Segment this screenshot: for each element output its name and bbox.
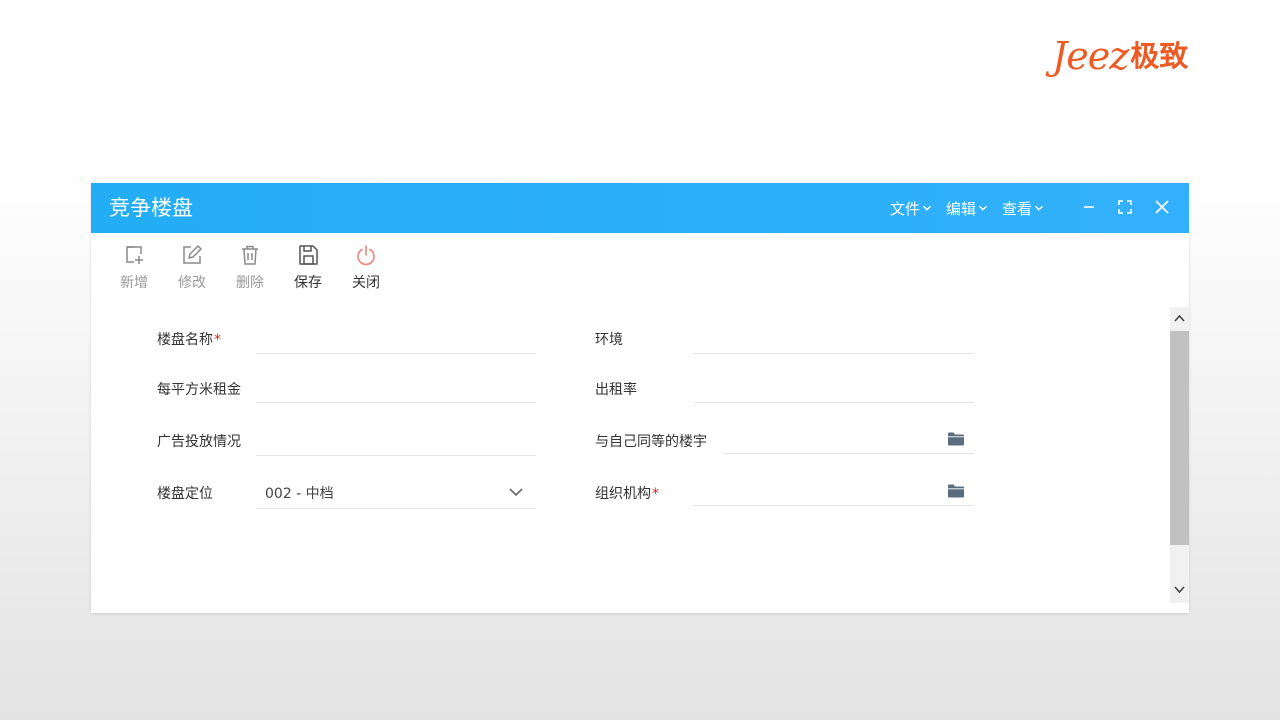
scrollbar-thumb[interactable] <box>1170 331 1189 545</box>
environment-input[interactable] <box>694 324 974 354</box>
comparable-buildings-label: 与自己同等的楼宇 <box>595 432 707 452</box>
add-icon <box>126 246 143 264</box>
folder-icon[interactable] <box>947 483 965 499</box>
menu-file-label: 文件 <box>890 199 921 218</box>
required-mark: * <box>214 332 221 348</box>
edit-icon <box>183 245 202 264</box>
menu-view[interactable]: 查看 <box>1002 198 1044 219</box>
competing-property-window: 竞争楼盘 文件 编辑 查看 新增 修改 删除 保存 关闭 楼盘名称* 环境 每平… <box>91 183 1189 613</box>
power-icon <box>357 245 375 266</box>
brand-logo-latin: Jeez <box>1052 34 1129 78</box>
ad-placement-input[interactable] <box>256 426 536 456</box>
edit-button-label: 修改 <box>178 275 206 291</box>
property-form: 楼盘名称* 环境 每平方米租金 出租率 广告投放情况 与自己同等的楼宇 楼盘定位… <box>91 313 1171 613</box>
organization-label-text: 组织机构 <box>595 486 651 502</box>
save-button[interactable]: 保存 <box>279 243 337 299</box>
menu-file[interactable]: 文件 <box>890 198 932 219</box>
chevron-down-icon <box>979 205 988 211</box>
brand-logo: Jeez 极致 <box>1052 30 1188 76</box>
chevron-down-icon <box>509 488 523 497</box>
brand-logo-cjk: 极致 <box>1130 39 1189 73</box>
menu-view-label: 查看 <box>1002 199 1033 218</box>
positioning-label-text: 楼盘定位 <box>157 486 213 502</box>
positioning-label: 楼盘定位 <box>157 484 213 504</box>
close-button-label: 关闭 <box>352 275 380 291</box>
close-button[interactable]: 关闭 <box>337 243 395 299</box>
delete-icon <box>242 245 258 265</box>
toolbar: 新增 修改 删除 保存 关闭 <box>105 243 395 303</box>
chevron-down-icon <box>923 205 932 211</box>
scroll-up-icon[interactable] <box>1170 307 1189 329</box>
environment-label-text: 环境 <box>595 332 623 348</box>
maximize-icon[interactable] <box>1114 196 1136 218</box>
chevron-down-icon <box>1035 205 1044 211</box>
minimize-icon[interactable] <box>1078 196 1100 218</box>
required-mark: * <box>652 486 659 502</box>
property-name-label: 楼盘名称* <box>157 330 221 350</box>
comparable-buildings-label-text: 与自己同等的楼宇 <box>595 434 707 450</box>
property-name-label-text: 楼盘名称 <box>157 332 213 348</box>
edit-button[interactable]: 修改 <box>163 243 221 299</box>
window-title: 竞争楼盘 <box>109 196 193 220</box>
save-icon <box>299 245 318 265</box>
property-name-input[interactable] <box>256 324 536 354</box>
add-button[interactable]: 新增 <box>105 243 163 299</box>
occupancy-rate-label: 出租率 <box>595 380 637 400</box>
positioning-select[interactable]: 002 - 中档 <box>256 479 536 509</box>
occupancy-rate-input[interactable] <box>694 373 974 403</box>
ad-placement-label-text: 广告投放情况 <box>157 434 241 450</box>
scroll-down-icon[interactable] <box>1170 579 1189 601</box>
ad-placement-label: 广告投放情况 <box>157 432 241 452</box>
vertical-scrollbar[interactable] <box>1170 307 1189 603</box>
environment-label: 环境 <box>595 330 623 350</box>
comparable-buildings-input[interactable] <box>724 424 974 454</box>
folder-icon[interactable] <box>947 431 965 447</box>
rent-per-sqm-label-text: 每平方米租金 <box>157 382 241 398</box>
title-bar: 竞争楼盘 文件 编辑 查看 <box>91 183 1189 233</box>
menu-edit-label: 编辑 <box>946 199 977 218</box>
organization-label: 组织机构* <box>595 484 659 504</box>
rent-per-sqm-input[interactable] <box>256 373 536 403</box>
rent-per-sqm-label: 每平方米租金 <box>157 380 241 400</box>
occupancy-rate-label-text: 出租率 <box>595 382 637 398</box>
menu-edit[interactable]: 编辑 <box>946 198 988 219</box>
save-button-label: 保存 <box>294 275 322 291</box>
menu-bar: 文件 编辑 查看 <box>890 197 1058 219</box>
organization-input[interactable] <box>694 476 974 506</box>
delete-button-label: 删除 <box>236 275 264 291</box>
delete-button[interactable]: 删除 <box>221 243 279 299</box>
close-icon[interactable] <box>1151 196 1173 218</box>
add-button-label: 新增 <box>120 275 148 291</box>
positioning-select-value: 002 - 中档 <box>265 486 334 502</box>
